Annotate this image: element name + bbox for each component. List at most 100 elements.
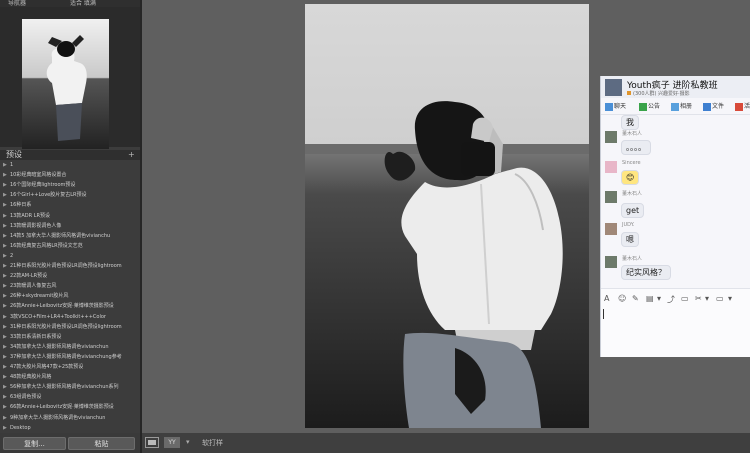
disclosure-triangle-icon[interactable]: ▶ [3,262,7,271]
chevron-down-icon[interactable]: ▾ [705,294,709,303]
disclosure-triangle-icon[interactable]: ▶ [3,302,7,311]
soft-proof-checkbox[interactable]: ▾ [186,438,190,446]
disclosure-triangle-icon[interactable]: ▶ [3,242,7,251]
history-icon[interactable]: ▭ [716,294,724,303]
flag-icon [639,102,647,111]
disclosure-triangle-icon[interactable]: ▶ [3,232,7,241]
chevron-down-icon[interactable]: ▾ [728,294,732,303]
preset-folder[interactable]: ▶ 2 [0,252,138,261]
preset-folder[interactable]: ▶ 26种+skydreamit胶片风 [0,292,138,301]
preset-folder[interactable]: ▶ 26款Annie+Leibovitz安妮·莱博维茨摄影预设 [0,302,138,311]
loupe-view-button[interactable] [145,437,159,448]
preset-folder-label: 33款日系清新日系预设 [10,333,62,340]
preset-folder-label: 16个Girl++Love胶片复古LR预设 [10,192,87,199]
message-user: 董木石人 [622,191,643,197]
disclosure-triangle-icon[interactable]: ▶ [3,373,7,382]
pen-icon[interactable]: ✎ [632,294,639,303]
left-panel-footer: 复制... 粘贴 [0,433,140,453]
avatar[interactable] [605,131,617,143]
avatar[interactable] [605,191,617,203]
upload-icon[interactable]: ⤴ [667,294,675,305]
screen-icon[interactable]: ▭ [681,294,689,303]
copy-button[interactable]: 复制... [3,437,66,450]
avatar[interactable] [605,161,617,173]
before-after-button[interactable]: YY [164,437,180,448]
left-panel: 导航器 适合 填满 预设 + ▶ 1 ▶ 10彩经典暗室风格设置合 ▶ 16个国际经典li… [0,0,140,453]
preset-folder[interactable]: ▶ 10彩经典暗室风格设置合 [0,171,138,180]
disclosure-triangle-icon[interactable]: ▶ [3,222,7,231]
disclosure-triangle-icon[interactable]: ▶ [3,212,7,221]
preset-folder-label: 16个国际经典lightroom预设 [10,182,76,189]
font-icon[interactable]: A [604,294,609,303]
preset-folder[interactable]: ▶ 37种加拿大华人摄影师风格调色vivianchung参考 [0,353,138,362]
disclosure-triangle-icon[interactable]: ▶ [3,343,7,352]
preset-folder[interactable]: ▶ 16个Girl++Love胶片复古LR预设 [0,191,138,200]
add-preset-button[interactable]: + [128,150,135,160]
preset-folder[interactable]: ▶ 13款暖调影视调色人像 [0,222,138,231]
preset-folder[interactable]: ▶ 16款经典复古风格LR预设文艺范 [0,242,138,251]
tab-activity[interactable]: 活 [735,102,750,112]
preset-folder[interactable]: ▶ 31种日系阳光胶片调色预设LR调色预设lightroom [0,323,138,332]
disclosure-triangle-icon[interactable]: ▶ [3,181,7,190]
preset-folder[interactable]: ▶ 34款加拿大华人摄影师风格调色vivianchun [0,343,138,352]
preset-folder[interactable]: ▶ 33款日系清新日系预设 [0,333,138,342]
disclosure-triangle-icon[interactable]: ▶ [3,272,7,281]
message-composer[interactable]: A ☺ ✎ ▤ ▾ ⤴ ▭ ✂ ▾ ▭ ▾ [601,288,750,357]
preset-folder[interactable]: ▶ 48款经典胶片风格 [0,373,138,382]
panel-divider[interactable] [140,0,142,453]
preset-folder[interactable]: ▶ 14款5 加拿大华人摄影师风格调色vivianchu [0,232,138,241]
message-user: 董木石人 [622,256,643,262]
tab-chat[interactable]: 聊天 [605,102,626,112]
preset-folder[interactable]: ▶ Desktop [0,424,138,433]
disclosure-triangle-icon[interactable]: ▶ [3,171,7,180]
disclosure-triangle-icon[interactable]: ▶ [3,201,7,210]
preset-folder-label: 48款经典胶片风格 [10,374,52,381]
preset-folder[interactable]: ▶ 13款ADR LR预设 [0,212,138,221]
navigator-preview[interactable] [0,7,140,149]
group-avatar[interactable] [605,79,622,96]
disclosure-triangle-icon[interactable]: ▶ [3,292,7,301]
disclosure-triangle-icon[interactable]: ▶ [3,393,7,402]
preset-folder[interactable]: ▶ 47款大胶片风格47款+25款预设 [0,363,138,372]
paste-button[interactable]: 粘贴 [68,437,135,450]
disclosure-triangle-icon[interactable]: ▶ [3,323,7,332]
preset-folder[interactable]: ▶ 16种日系 [0,201,138,210]
preset-folder[interactable]: ▶ 1 [0,161,138,170]
disclosure-triangle-icon[interactable]: ▶ [3,282,7,291]
chevron-down-icon[interactable]: ▾ [657,294,661,303]
preset-folder[interactable]: ▶ 22款AM-LR预设 [0,272,138,281]
preset-folder-label: 13款暖调影视调色人像 [10,222,62,229]
disclosure-triangle-icon[interactable]: ▶ [3,252,7,261]
disclosure-triangle-icon[interactable]: ▶ [3,313,7,322]
preset-folder[interactable]: ▶ 63组调色预设 [0,393,138,402]
emoji-icon[interactable]: ☺ [618,294,626,303]
navigator-zoom-options[interactable]: 适合 填满 [70,0,96,7]
preset-folder[interactable]: ▶ 56种加拿大华人摄影师风格调色vivianchun系列 [0,383,138,392]
disclosure-triangle-icon[interactable]: ▶ [3,424,7,433]
presets-header[interactable]: 预设 + [0,150,140,160]
preset-folder[interactable]: ▶ 66款Annie+Leibovitz安妮·莱博维茨摄影预设 [0,403,138,412]
text-caret [603,309,604,319]
avatar[interactable] [605,256,617,268]
disclosure-triangle-icon[interactable]: ▶ [3,414,7,423]
preset-folder[interactable]: ▶ 3款VSCO+Film+LR4+Toolkit+++Color [0,313,138,322]
disclosure-triangle-icon[interactable]: ▶ [3,161,7,170]
preset-folder[interactable]: ▶ 9种加拿大华人摄影师风格调色vivianchun [0,414,138,423]
navigator-header[interactable]: 导航器 适合 填满 [0,0,140,7]
disclosure-triangle-icon[interactable]: ▶ [3,191,7,200]
disclosure-triangle-icon[interactable]: ▶ [3,333,7,342]
disclosure-triangle-icon[interactable]: ▶ [3,363,7,372]
avatar[interactable] [605,223,617,235]
tab-files[interactable]: 文件 [703,102,724,112]
main-photo[interactable] [305,4,589,428]
tab-album[interactable]: 相册 [671,102,692,112]
disclosure-triangle-icon[interactable]: ▶ [3,383,7,392]
preset-folder[interactable]: ▶ 16个国际经典lightroom预设 [0,181,138,190]
disclosure-triangle-icon[interactable]: ▶ [3,403,7,412]
preset-folder[interactable]: ▶ 23款暖调人像复古风 [0,282,138,291]
disclosure-triangle-icon[interactable]: ▶ [3,353,7,362]
preset-folder[interactable]: ▶ 21种日系阳光胶片调色预设LR调色预设lightroom [0,262,138,271]
scissors-icon[interactable]: ✂ [695,294,702,303]
image-icon[interactable]: ▤ [646,294,654,303]
tab-announcement[interactable]: 公告 [639,102,660,112]
